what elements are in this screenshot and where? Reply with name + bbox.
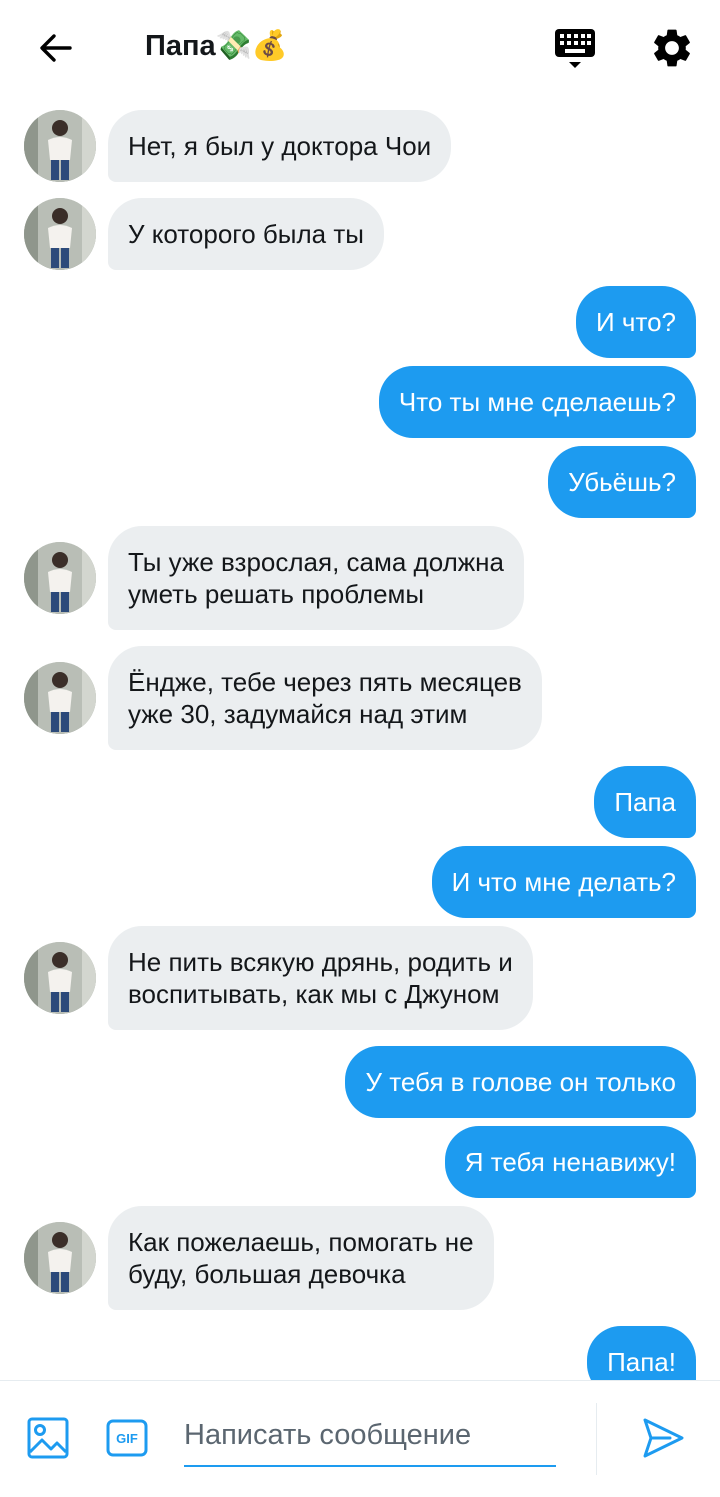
message-bubble-outgoing[interactable]: У тебя в голове он только — [345, 1046, 696, 1118]
message-bubble-outgoing[interactable]: Папа! — [587, 1326, 696, 1380]
contact-emoji: 💸💰 — [215, 30, 288, 62]
message-row-outgoing: Что ты мне сделаешь? — [0, 366, 720, 438]
contact-name: Папа — [145, 30, 216, 62]
message-bubble-outgoing[interactable]: И что? — [576, 286, 696, 358]
composer-divider — [596, 1403, 597, 1475]
avatar[interactable] — [24, 942, 96, 1014]
avatar[interactable] — [24, 110, 96, 182]
message-row-outgoing: И что? — [0, 286, 720, 358]
message-row-incoming: У которого была ты — [0, 198, 720, 270]
image-icon[interactable] — [26, 1416, 70, 1460]
message-row-incoming: Как пожелаешь, помогать не буду, большая… — [0, 1206, 720, 1310]
message-bubble-outgoing[interactable]: Я тебя ненавижу! — [444, 1126, 696, 1198]
keyboard-icon[interactable] — [552, 24, 598, 72]
message-bubble-incoming[interactable]: Ты уже взрослая, сама должна уметь решат… — [108, 526, 524, 630]
message-row-outgoing: И что мне делать? — [0, 846, 720, 918]
message-row-outgoing: Я тебя ненавижу! — [0, 1126, 720, 1198]
message-bubble-incoming[interactable]: Ёндже, тебе через пять месяцев уже 30, з… — [108, 646, 542, 750]
message-row-outgoing: Папа! — [0, 1326, 720, 1380]
message-bubble-incoming[interactable]: У которого была ты — [108, 198, 384, 270]
message-bubble-incoming[interactable]: Как пожелаешь, помогать не буду, большая… — [108, 1206, 494, 1310]
gif-label: GIF — [116, 1431, 138, 1446]
send-icon[interactable] — [640, 1415, 686, 1461]
message-bubble-incoming[interactable]: Не пить всякую дрянь, родить и воспитыва… — [108, 926, 533, 1030]
gear-icon[interactable] — [649, 24, 695, 72]
avatar[interactable] — [24, 198, 96, 270]
message-bubble-outgoing[interactable]: Папа — [594, 766, 696, 838]
conversation-title[interactable]: Папа💸💰 — [145, 24, 288, 68]
message-bubble-incoming[interactable]: Нет, я был у доктора Чои — [108, 110, 452, 182]
message-row-outgoing: Папа — [0, 766, 720, 838]
message-composer: GIF — [0, 1380, 720, 1497]
gif-icon[interactable]: GIF — [105, 1416, 149, 1460]
message-row-outgoing: У тебя в голове он только — [0, 1046, 720, 1118]
message-row-incoming: Не пить всякую дрянь, родить и воспитыва… — [0, 926, 720, 1030]
avatar[interactable] — [24, 542, 96, 614]
message-row-incoming: Ёндже, тебе через пять месяцев уже 30, з… — [0, 646, 720, 750]
message-row-incoming: Ты уже взрослая, сама должна уметь решат… — [0, 526, 720, 630]
message-row-outgoing: Убьёшь? — [0, 446, 720, 518]
message-row-incoming: Нет, я был у доктора Чои — [0, 110, 720, 182]
message-bubble-outgoing[interactable]: И что мне делать? — [431, 846, 696, 918]
arrow-left-icon[interactable] — [34, 26, 78, 70]
message-bubble-outgoing[interactable]: Что ты мне сделаешь? — [378, 366, 696, 438]
message-list[interactable]: Нет, я был у доктора Чои У которого была … — [0, 96, 720, 1380]
avatar[interactable] — [24, 662, 96, 734]
message-input[interactable] — [184, 1405, 556, 1467]
message-bubble-outgoing[interactable]: Убьёшь? — [548, 446, 696, 518]
avatar[interactable] — [24, 1222, 96, 1294]
conversation-header: Папа💸💰 — [0, 0, 720, 96]
